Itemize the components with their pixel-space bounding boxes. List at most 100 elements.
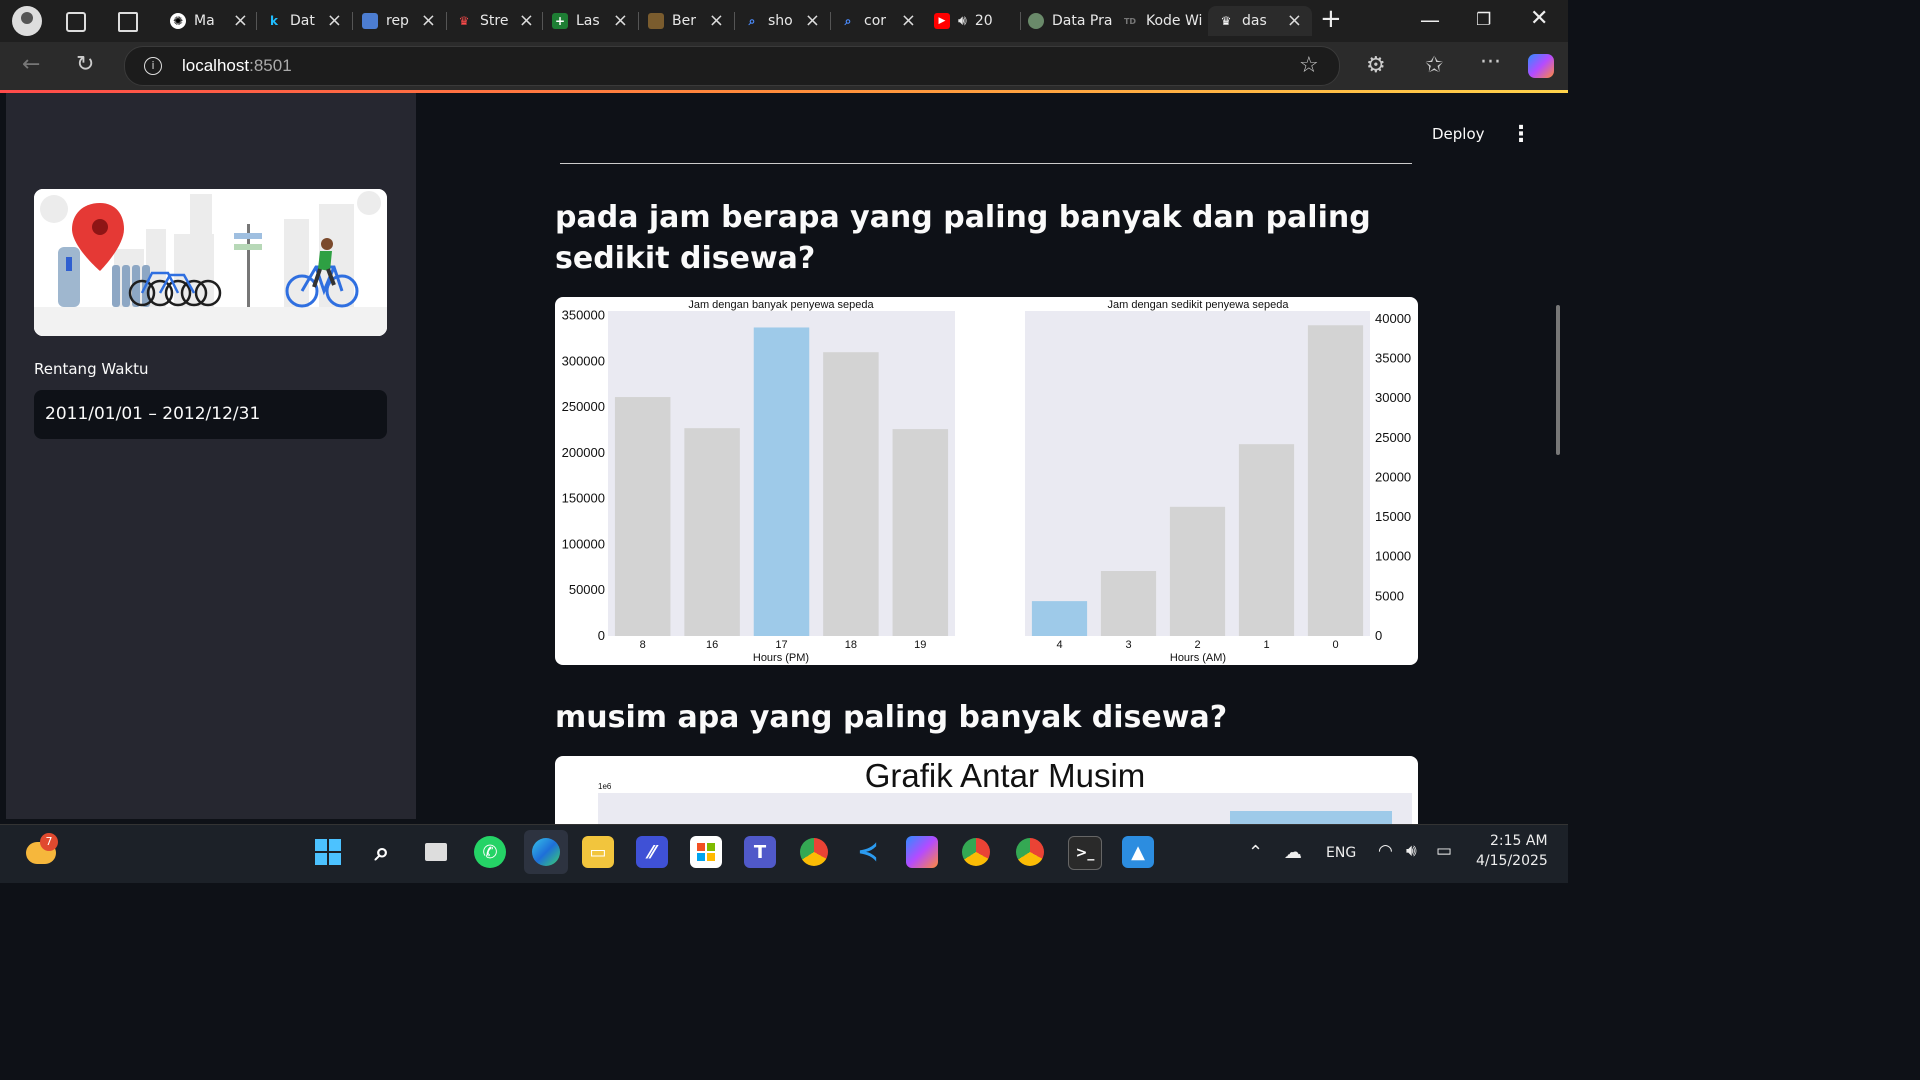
- tab-12-active[interactable]: ♛ das ×: [1208, 6, 1312, 36]
- date-range-input[interactable]: 2011/01/01 – 2012/12/31: [34, 390, 387, 439]
- audio-playing-icon[interactable]: 🔊︎: [958, 13, 967, 29]
- start-icon[interactable]: [312, 836, 344, 868]
- x-tick-label: 17: [775, 639, 787, 651]
- y-tick-label: 100000: [562, 536, 605, 551]
- y-tick-label: 200000: [562, 445, 605, 460]
- whatsapp-icon[interactable]: ✆: [474, 836, 506, 868]
- tab-6[interactable]: Ber ×: [648, 6, 726, 36]
- y-tick-label: 35000: [1375, 351, 1411, 366]
- wifi-icon[interactable]: ◠: [1378, 841, 1393, 861]
- app-icon[interactable]: ⁄⁄: [636, 836, 668, 868]
- language-indicator[interactable]: ENG: [1326, 845, 1356, 861]
- back-icon[interactable]: ←: [22, 52, 40, 77]
- close-tab-icon[interactable]: ×: [709, 10, 724, 31]
- new-tab-icon[interactable]: +: [1320, 4, 1342, 34]
- site-info-icon[interactable]: i: [144, 57, 162, 75]
- restore-icon[interactable]: ❐: [1476, 10, 1491, 30]
- bar: [614, 397, 671, 636]
- x-tick-label: 4: [1056, 639, 1062, 651]
- teams-icon[interactable]: T: [744, 836, 776, 868]
- close-tab-icon[interactable]: ×: [1287, 10, 1302, 31]
- tab-9[interactable]: ▶ 🔊︎ 20: [934, 6, 1018, 36]
- ms-store-icon[interactable]: [690, 836, 722, 868]
- tab-4[interactable]: ♛ Stre ×: [456, 6, 536, 36]
- tab-3[interactable]: rep ×: [362, 6, 438, 36]
- close-tab-icon[interactable]: ×: [327, 10, 342, 31]
- y-tick-label: 0: [1375, 628, 1382, 643]
- tab-2[interactable]: k Dat ×: [266, 6, 344, 36]
- terminal-icon[interactable]: >_: [1068, 836, 1102, 870]
- extensions-icon[interactable]: ⚙︎: [1366, 53, 1386, 78]
- bar: [1031, 601, 1088, 636]
- close-tab-icon[interactable]: ×: [805, 10, 820, 31]
- favorite-star-icon[interactable]: ☆: [1299, 53, 1319, 78]
- refresh-icon[interactable]: ↻: [76, 52, 94, 77]
- divider: [560, 163, 1412, 164]
- right-x-axis-label: Hours (AM): [1170, 652, 1226, 664]
- vscode-icon[interactable]: ≺: [852, 836, 884, 868]
- edge-icon[interactable]: [524, 830, 568, 874]
- copilot-app-icon[interactable]: [906, 836, 938, 868]
- y-tick-label: 350000: [562, 308, 605, 323]
- task-view-icon[interactable]: [420, 836, 452, 868]
- browser-tab-bar: ✺ Ma × k Dat × rep × ♛ Stre × + Las × Ber × ⌕ …: [0, 0, 1568, 42]
- close-tab-icon[interactable]: ×: [421, 10, 436, 31]
- close-window-icon[interactable]: ✕: [1530, 6, 1548, 31]
- date-range-label: Rentang Waktu: [34, 360, 149, 378]
- kaggle-icon: k: [270, 14, 278, 28]
- chrome-icon[interactable]: [798, 836, 830, 868]
- right-chart-title: Jam dengan sedikit penyewa sepeda: [1107, 299, 1289, 311]
- search-icon: ⌕: [844, 13, 852, 28]
- left-x-axis-label: Hours (PM): [753, 652, 809, 664]
- search-icon: ⌕: [748, 13, 756, 28]
- profile-icon[interactable]: [12, 6, 42, 36]
- workspaces-icon[interactable]: [66, 12, 86, 32]
- copilot-icon[interactable]: [1528, 54, 1554, 78]
- site-icon: [648, 13, 664, 29]
- tab-5[interactable]: + Las ×: [552, 6, 630, 36]
- search-icon[interactable]: ⌕: [366, 836, 398, 868]
- close-tab-icon[interactable]: ×: [519, 10, 534, 31]
- show-hidden-icons[interactable]: ⌃: [1248, 842, 1263, 863]
- x-tick-label: 16: [706, 639, 718, 651]
- chatgpt-icon: ✺: [170, 13, 186, 29]
- hours-bar-charts: Jam dengan banyak penyewa sepeda Jam den…: [562, 299, 1412, 664]
- y-tick-label: 15000: [1375, 509, 1411, 524]
- volume-icon[interactable]: 🔊︎: [1406, 841, 1417, 861]
- chrome-profile-a-icon[interactable]: [1014, 836, 1046, 868]
- y-tick-label: 0: [598, 628, 605, 643]
- deploy-button[interactable]: Deploy: [1432, 125, 1485, 143]
- tab-10[interactable]: Data Pra: [1028, 6, 1118, 36]
- clock-time[interactable]: 2:15 AM: [1490, 833, 1548, 849]
- site-icon: [1028, 13, 1044, 29]
- streamlit-icon: ♛: [458, 14, 470, 28]
- page-scrollbar[interactable]: [1556, 305, 1560, 455]
- y-tick-label: 150000: [562, 491, 605, 506]
- onedrive-icon[interactable]: ☁︎: [1284, 842, 1302, 863]
- x-tick-label: 1: [1263, 639, 1269, 651]
- x-tick-label: 0: [1332, 639, 1338, 651]
- question-heading-season: musim apa yang paling banyak disewa?: [555, 700, 1228, 735]
- y-tick-label: 5000: [1375, 588, 1404, 603]
- minimize-icon[interactable]: —: [1420, 8, 1440, 32]
- tab-actions-icon[interactable]: [118, 12, 138, 32]
- close-tab-icon[interactable]: ×: [613, 10, 628, 31]
- bar: [1169, 506, 1226, 636]
- tab-7[interactable]: ⌕ sho ×: [744, 6, 822, 36]
- main-menu-icon[interactable]: ⋮: [1510, 122, 1532, 147]
- close-tab-icon[interactable]: ×: [901, 10, 916, 31]
- clock-date[interactable]: 4/15/2025: [1476, 853, 1548, 869]
- chrome-profile-icon[interactable]: [960, 836, 992, 868]
- weather-badge: 7: [40, 833, 58, 851]
- tab-8[interactable]: ⌕ cor ×: [840, 6, 918, 36]
- battery-icon[interactable]: ▭: [1436, 841, 1452, 861]
- y-tick-label: 50000: [569, 582, 605, 597]
- photos-icon[interactable]: ▲: [1122, 836, 1154, 868]
- file-explorer-icon[interactable]: ▭: [582, 836, 614, 868]
- tab-11[interactable]: TD Kode Wi: [1122, 6, 1206, 36]
- close-tab-icon[interactable]: ×: [233, 10, 248, 31]
- more-menu-icon[interactable]: ···: [1480, 50, 1501, 75]
- favorites-icon[interactable]: ✩: [1425, 53, 1443, 78]
- address-input[interactable]: [124, 46, 1340, 86]
- tab-1[interactable]: ✺ Ma ×: [170, 6, 250, 36]
